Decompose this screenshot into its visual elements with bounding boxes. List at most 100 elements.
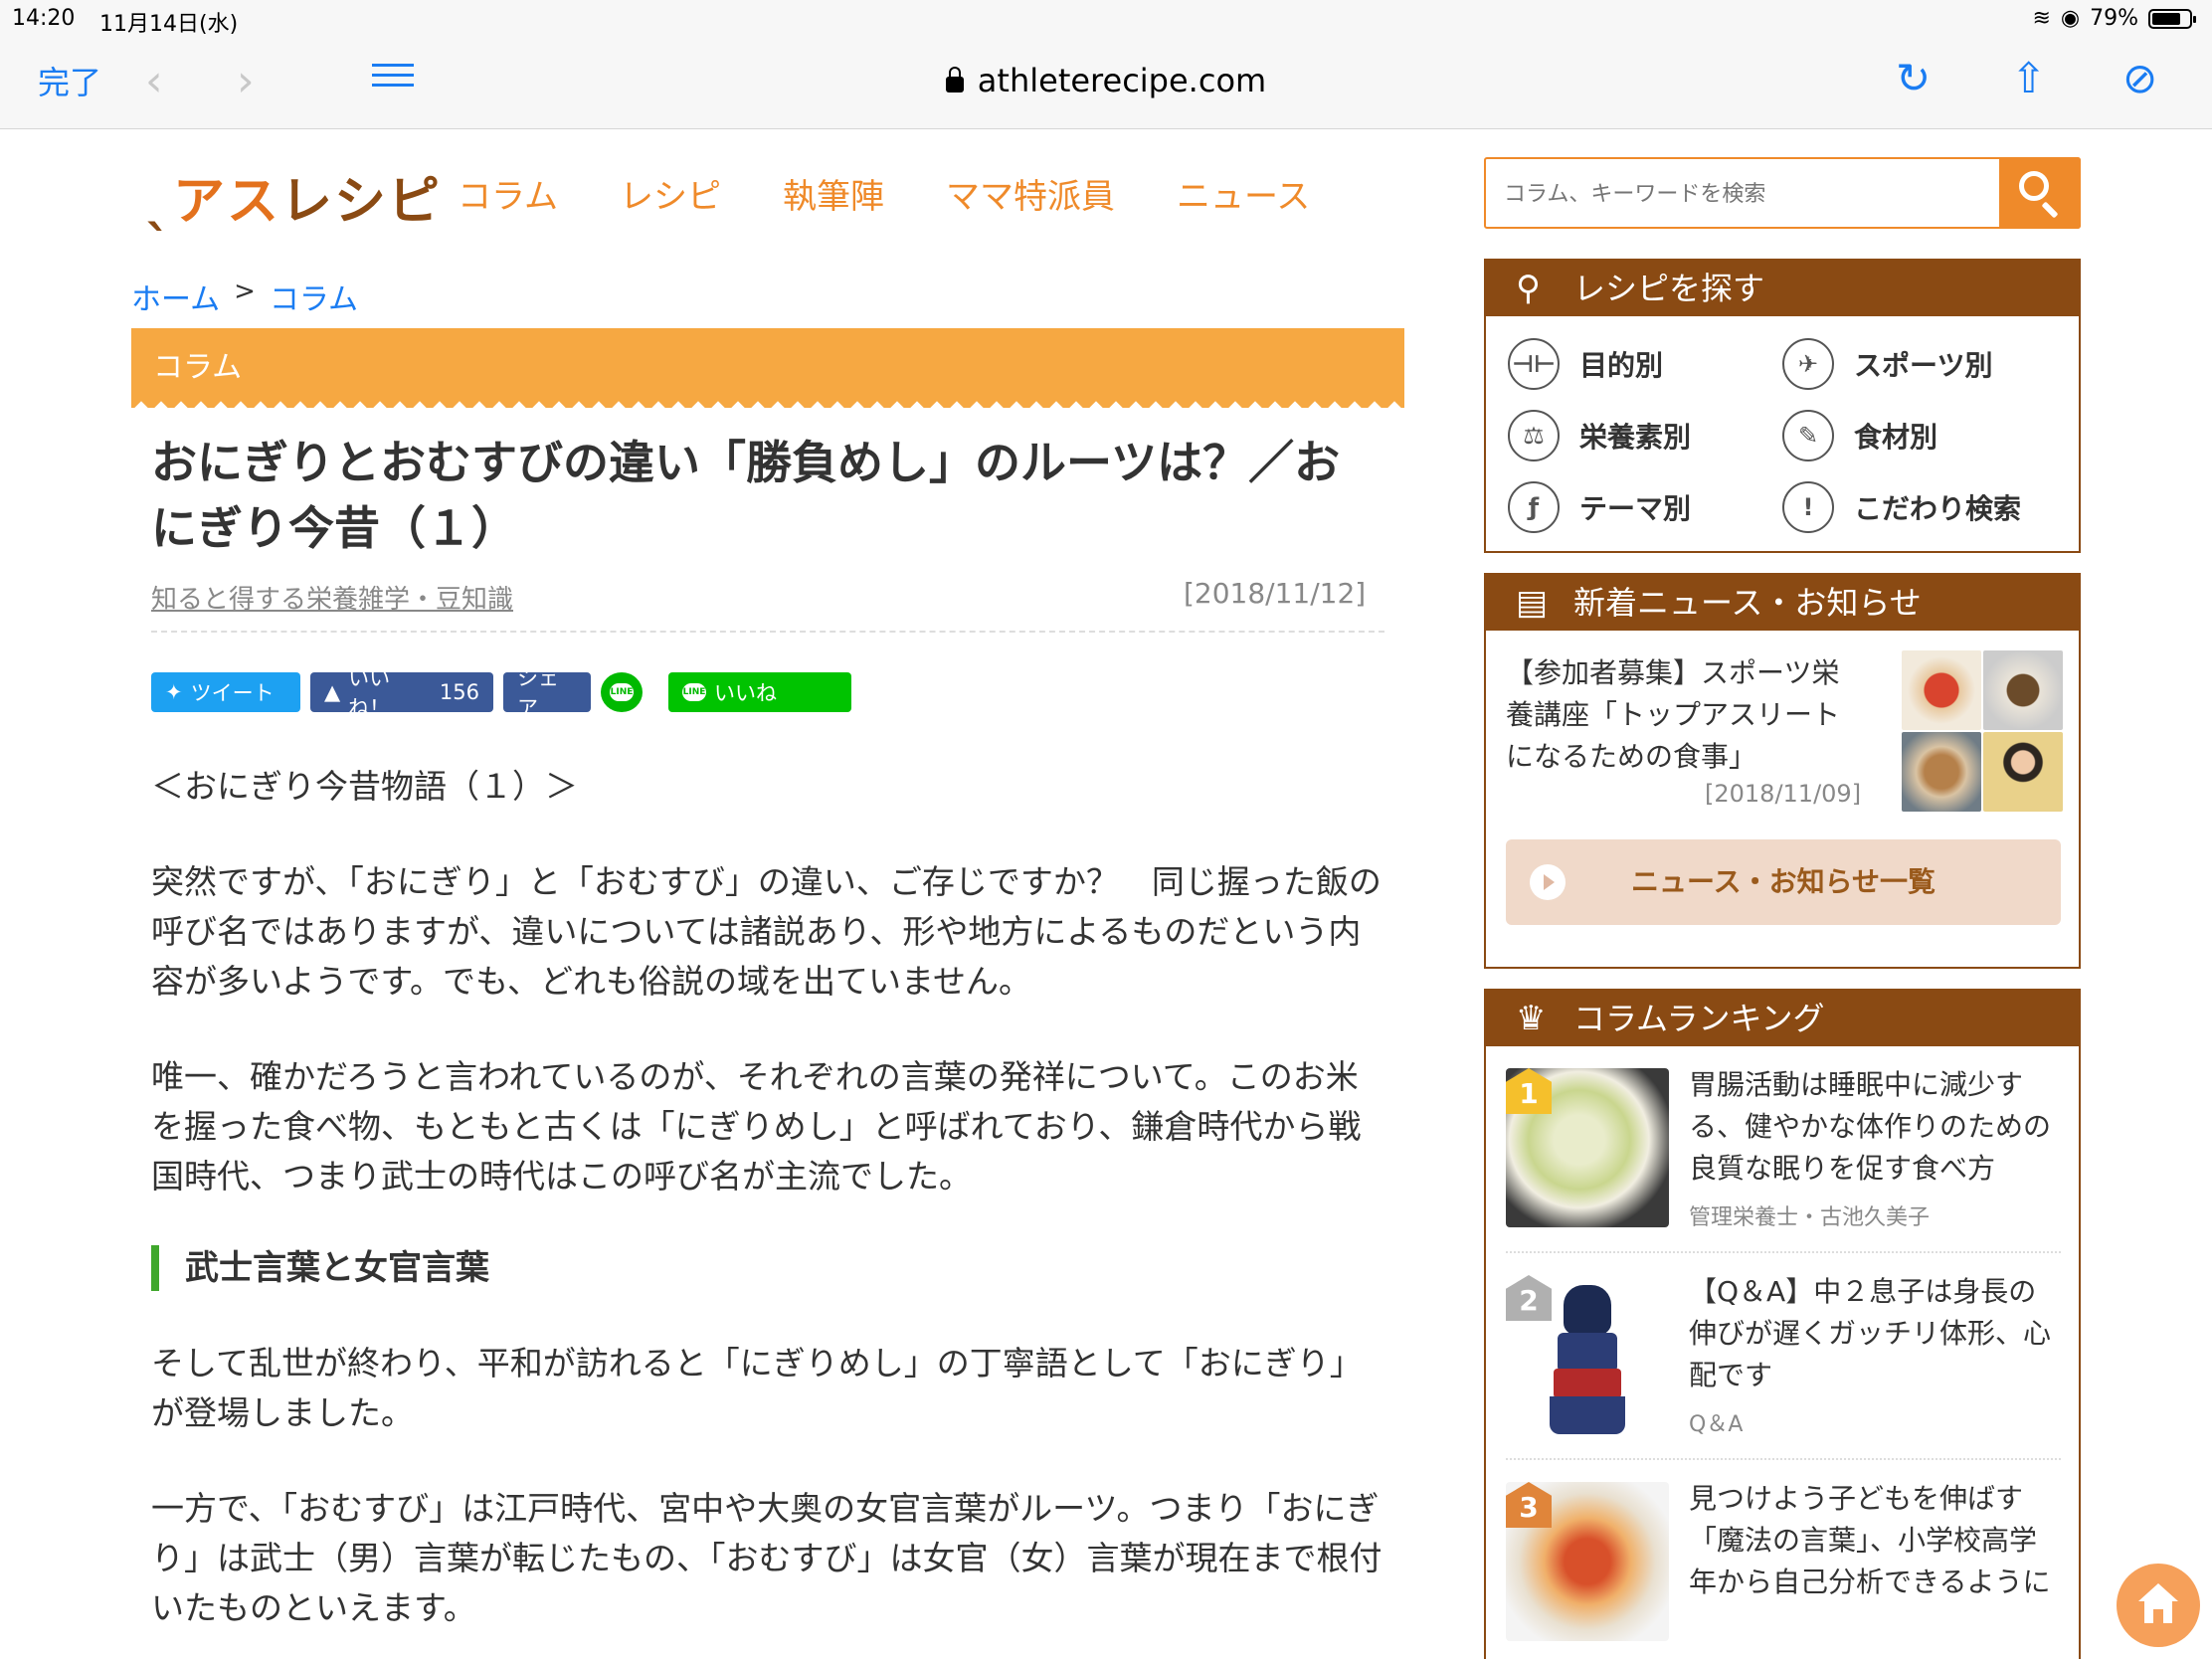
notebook-icon: ▤ (1516, 583, 1549, 623)
article-paragraph-1: 突然ですが、「おにぎり」と「おむすび」の違い、ご存じですか？ 同じ握った飯の呼び… (151, 862, 1382, 1001)
address-bar[interactable]: athleterecipe.com (0, 62, 2212, 99)
like-count: 156 (439, 680, 479, 704)
news-list-button[interactable]: ニュース・お知らせ一覧 (1506, 839, 2061, 925)
recipe-search-header: ⚲ レシピを探す (1486, 261, 2079, 316)
runner-icon: ✈ (1782, 338, 1834, 390)
home-icon[interactable] (2117, 1564, 2200, 1647)
ranking-title: コラムランキング (1573, 1000, 1825, 1037)
status-date: 11月14日(水) (99, 12, 239, 37)
logo-fork-icon: ˎ (145, 172, 173, 232)
ranking-item-title[interactable]: 【Q＆A】中２息子は身長の伸びが遅くガッチリ体形、心配です (1689, 1271, 2057, 1396)
news-item-date: [2018/11/09] (1705, 780, 1862, 808)
news-item-text[interactable]: 【参加者募集】スポーツ栄養講座「トップアスリートになるための食事」 (1506, 652, 1864, 778)
lock-icon (945, 67, 964, 92)
ranking-item[interactable]: 3 見つけよう子どもを伸ばす「魔法の言葉」、小学校高学年から自己分析できるように (1506, 1462, 2061, 1659)
search-icon (2019, 171, 2049, 201)
ranking-item-author: 管理栄養士・古池久美子 (1689, 1205, 1931, 1230)
nav-item-column[interactable]: コラム (458, 169, 558, 218)
news-list-label: ニュース・お知らせ一覧 (1630, 865, 1936, 898)
recipe-search-title: レシピを探す (1573, 270, 1765, 307)
scale-icon: ⚖ (1508, 410, 1560, 461)
ranking-item[interactable]: 2 【Q＆A】中２息子は身長の伸びが遅くガッチリ体形、心配です Q＆A (1506, 1255, 2061, 1460)
news-title: 新着ニュース・お知らせ (1573, 584, 1922, 622)
line-like-icon: LINE (682, 683, 706, 701)
wifi-icon: ≋ (2032, 6, 2051, 31)
tweet-label: ツイート (190, 681, 275, 705)
line-icon: LINE (610, 683, 634, 701)
url-text: athleterecipe.com (977, 62, 1267, 99)
site-logo[interactable]: ˎアスレシピ (145, 159, 442, 234)
site-search (1484, 157, 2081, 229)
article-category-link[interactable]: 知ると得する栄養雑学・豆知識 (151, 579, 513, 616)
recipe-by-sport[interactable]: ✈ スポーツ別 (1782, 338, 2057, 390)
nav-item-mama-correspondent[interactable]: ママ特派員 (946, 169, 1115, 218)
ranking-item-title[interactable]: 見つけよう子どもを伸ばす「魔法の言葉」、小学校高学年から自己分析できるように (1689, 1478, 2057, 1603)
recipe-by-theme-label: テーマ別 (1579, 492, 1692, 525)
logo-text-accent: レシピ (280, 172, 443, 232)
recipe-search-box: ⚲ レシピを探す ⊣⊢ 目的別 ✈ スポーツ別 ⚖ 栄養素別 ✎ 食材別 ƒ テーマ別 ! こ… (1484, 259, 2081, 553)
recipe-by-ingredient[interactable]: ✎ 食材別 (1782, 410, 2057, 461)
search-button[interactable] (1999, 157, 2081, 229)
recipe-by-nutrient[interactable]: ⚖ 栄養素別 (1508, 410, 1782, 461)
main-nav: コラム レシピ 執筆陣 ママ特派員 ニュース (458, 169, 1310, 218)
ranking-item[interactable]: 1 胃腸活動は睡眠中に減少する、健やかな体作りのための良質な眠りを促す食べ方 管… (1506, 1048, 2061, 1253)
orientation-lock-icon: ◉ (2060, 6, 2081, 31)
recipe-by-theme[interactable]: ƒ テーマ別 (1508, 481, 1782, 533)
recipe-by-purpose-label: 目的別 (1579, 349, 1664, 382)
divider (151, 631, 1384, 633)
status-bar: 14:20 11月14日(水) ≋ ◉ 79% (0, 0, 2212, 40)
news-box: ▤ 新着ニュース・お知らせ 【参加者募集】スポーツ栄養講座「トップアスリートになる… (1484, 573, 2081, 969)
article-title: おにぎりとおむすびの違い「勝負めし」のルーツは？／おにぎり今昔（１） (151, 436, 1341, 555)
like-label: いいね！ (348, 666, 391, 720)
breadcrumb: ホーム > コラム (131, 275, 358, 318)
breadcrumb-separator: > (234, 276, 256, 306)
article-subheading: 武士言葉と女官言葉 (151, 1245, 1384, 1291)
twitter-icon: ✦ (165, 680, 183, 704)
line-share-button[interactable]: LINE (601, 672, 643, 712)
crown-icon: ♛ (1516, 999, 1547, 1038)
facebook-share-button[interactable]: シェア (503, 666, 591, 720)
article-paragraph-3: そして乱世が終わり、平和が訪れると「にぎりめし」の丁寧語として「おにぎり」が登場… (151, 1344, 1363, 1432)
recipe-by-ingredient-label: 食材別 (1854, 421, 1938, 454)
article-date: [2018/11/12] (1184, 577, 1367, 610)
nav-item-writers[interactable]: 執筆陣 (783, 169, 884, 218)
ranking-header: ♛ コラムランキング (1486, 991, 2079, 1046)
fork-icon: ƒ (1508, 481, 1560, 533)
article-paragraph-2: 唯一、確かだろうと言われているのが、それぞれの言葉の発祥について。このお米を握っ… (151, 1057, 1362, 1196)
breadcrumb-column[interactable]: コラム (270, 275, 358, 318)
thumbs-up-icon: ▲ (324, 680, 341, 704)
nav-item-recipe[interactable]: レシピ (620, 169, 721, 218)
recipe-by-sport-label: スポーツ別 (1854, 349, 1993, 382)
ranking-item-title[interactable]: 胃腸活動は睡眠中に減少する、健やかな体作りのための良質な眠りを促す食べ方 (1689, 1064, 2057, 1190)
battery-icon (2148, 8, 2196, 29)
recipe-by-purpose[interactable]: ⊣⊢ 目的別 (1508, 338, 1782, 390)
facebook-like-button[interactable]: ▲ いいね！ 156 (310, 666, 493, 720)
ranking-box: ♛ コラムランキング 1 胃腸活動は睡眠中に減少する、健やかな体作りのための良質な… (1484, 989, 2081, 1659)
line-like-button[interactable]: LINE いいね (668, 672, 851, 712)
share-buttons: ✦ ツイート ▲ いいね！ 156 シェア LINE LINE いいね (151, 666, 851, 720)
news-thumbnail[interactable] (1902, 650, 2063, 812)
search-icon: ⚲ (1516, 269, 1541, 308)
exclamation-icon: ! (1782, 481, 1834, 533)
status-time: 14:20 (12, 6, 76, 31)
dumbbell-icon: ⊣⊢ (1508, 338, 1560, 390)
article-series: ＜おにぎり今昔物語（１）＞ (151, 767, 578, 806)
ranking-item-author: Q＆A (1689, 1412, 1744, 1437)
news-header: ▤ 新着ニュース・お知らせ (1486, 575, 2079, 631)
share-icon[interactable]: ⇧ (2011, 54, 2046, 102)
play-icon (1530, 864, 1566, 900)
browser-toolbar: 完了 ‹ › athleterecipe.com ↻ ⇧ ⊘ (0, 40, 2212, 129)
tweet-button[interactable]: ✦ ツイート (151, 672, 300, 712)
recipe-advanced-search[interactable]: ! こだわり検索 (1782, 481, 2057, 533)
section-banner: コラム (131, 328, 1404, 408)
search-input[interactable] (1504, 177, 1981, 211)
compass-icon[interactable]: ⊘ (2122, 54, 2157, 102)
battery-percent: 79% (2090, 6, 2138, 31)
reload-icon[interactable]: ↻ (1896, 54, 1931, 102)
article-paragraph-4: 一方で、「おむすび」は江戸時代、宮中や大奥の女官言葉がルーツ。つまり「おにぎり」… (151, 1489, 1382, 1627)
carrot-icon: ✎ (1782, 410, 1834, 461)
breadcrumb-home[interactable]: ホーム (131, 275, 220, 318)
kendo-illustration (1546, 1285, 1629, 1434)
recipe-by-nutrient-label: 栄養素別 (1579, 421, 1692, 454)
nav-item-news[interactable]: ニュース (1177, 169, 1310, 218)
